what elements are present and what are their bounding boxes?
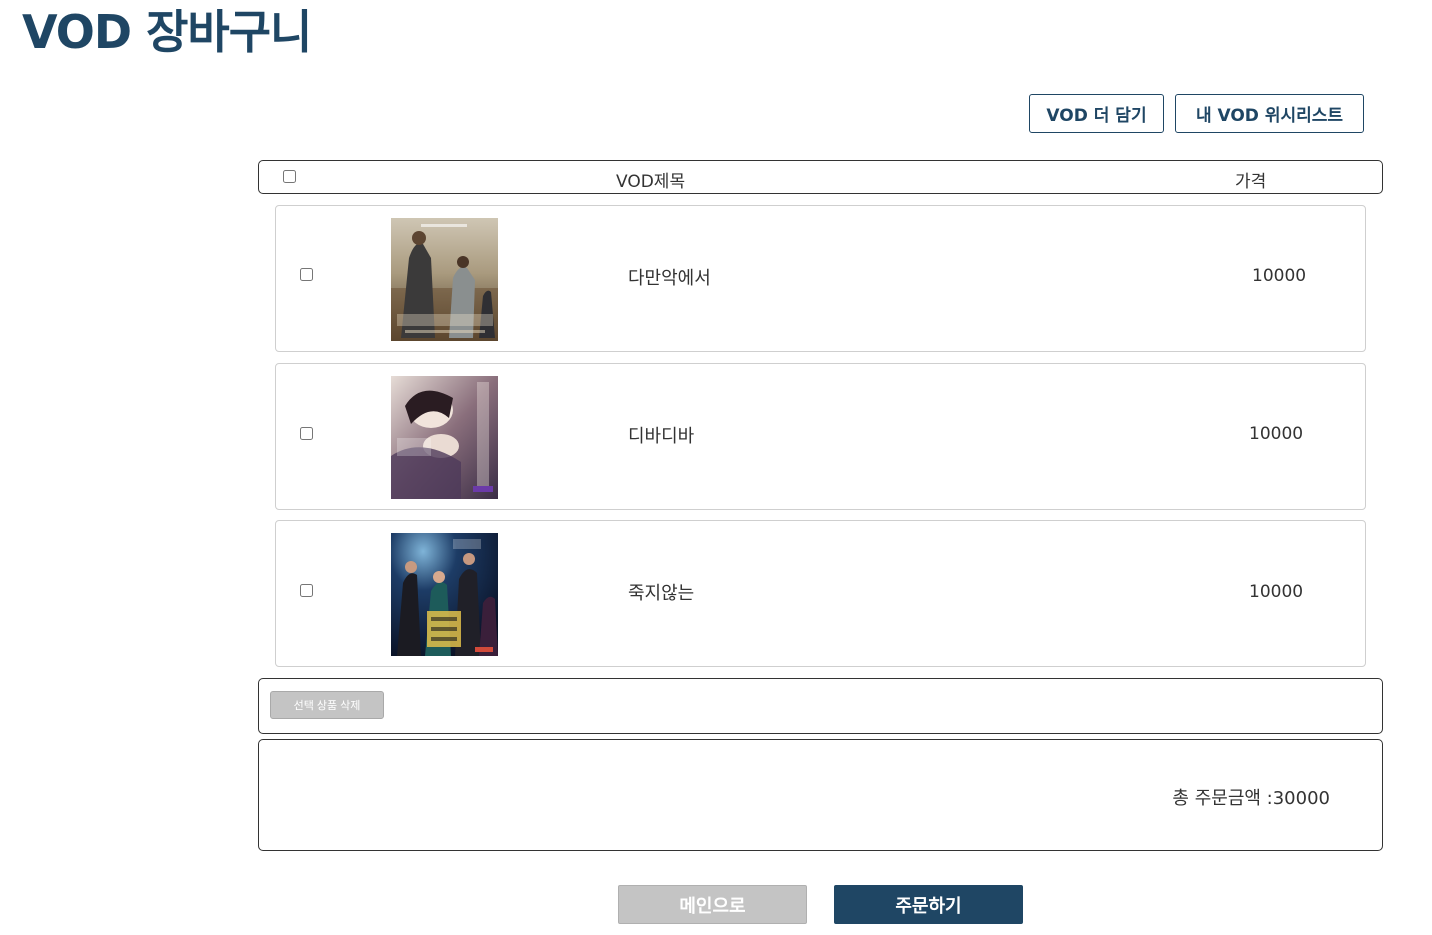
page-title: VOD 장바구니 [22, 5, 312, 59]
vod-wishlist-button[interactable]: 내 VOD 위시리스트 [1175, 94, 1364, 133]
place-order-button[interactable]: 주문하기 [834, 885, 1023, 924]
item-checkbox[interactable] [300, 268, 313, 281]
select-all-checkbox[interactable] [283, 170, 296, 183]
total-amount-label: 총 주문금액 :30000 [1172, 788, 1330, 809]
item-title: 다만악에서 [628, 268, 711, 289]
delete-selected-button[interactable]: 선택 상품 삭제 [270, 691, 384, 719]
cart-item-row: 다만악에서 10000 [275, 205, 1366, 352]
cart-table-header: VOD제목 가격 [258, 160, 1383, 194]
item-price: 10000 [1249, 424, 1304, 444]
vod-poster-image [391, 533, 498, 656]
item-price: 10000 [1252, 266, 1307, 286]
item-checkbox[interactable] [300, 584, 313, 597]
item-title: 죽지않는 [628, 583, 695, 604]
vod-poster-image [391, 376, 498, 499]
cart-actions-panel: 선택 상품 삭제 [258, 678, 1383, 734]
cart-item-row: 디바디바 10000 [275, 363, 1366, 510]
order-summary-panel: 총 주문금액 :30000 [258, 739, 1383, 851]
add-more-vod-button[interactable]: VOD 더 담기 [1029, 94, 1164, 133]
item-price: 10000 [1249, 582, 1304, 602]
item-title: 디바디바 [628, 426, 695, 447]
header-title-label: VOD제목 [616, 172, 686, 192]
vod-poster-image [391, 218, 498, 341]
item-checkbox[interactable] [300, 427, 313, 440]
header-price-label: 가격 [1235, 172, 1267, 192]
cart-item-row: 죽지않는 10000 [275, 520, 1366, 667]
go-main-button[interactable]: 메인으로 [618, 885, 807, 924]
